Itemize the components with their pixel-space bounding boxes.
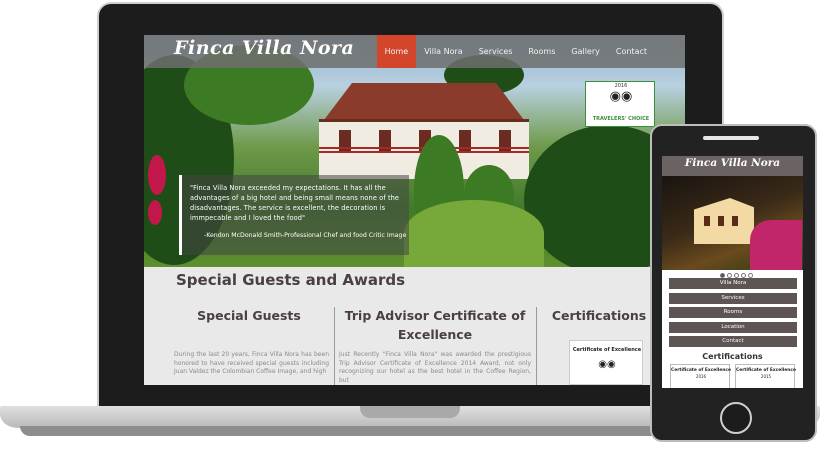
mobile-certificate-title: Certificate of Excellence bbox=[671, 368, 731, 373]
column-text-special-guests: During the last 20 years, Finca Villa No… bbox=[174, 351, 329, 375]
column-text-trip-advisor: Just Recently "Finca Villa Nora" was awa… bbox=[339, 351, 531, 384]
phone-speaker bbox=[703, 136, 759, 140]
testimonial-box: "Finca Villa Nora exceeded my expectatio… bbox=[179, 175, 409, 255]
column-title-certifications: Certifications bbox=[551, 308, 647, 323]
mobile-menu-contact[interactable]: Contact bbox=[669, 336, 797, 347]
testimonial-author: -Kendon McDonald Smith-Professional Chef… bbox=[204, 232, 407, 239]
column-divider bbox=[334, 307, 335, 385]
mobile-certifications-title: Certifications bbox=[702, 352, 763, 361]
mobile-certificate-title: Certificate of Excellence bbox=[736, 368, 796, 373]
mobile-house-window bbox=[704, 216, 710, 226]
mobile-menu: Villa Nora Services Rooms Location Conta… bbox=[669, 278, 797, 351]
certificate-card[interactable]: Certificate of Excellence ◉◉ bbox=[569, 340, 643, 385]
laptop-notch bbox=[360, 406, 460, 418]
column-title-special-guests: Special Guests bbox=[197, 308, 301, 323]
column-divider bbox=[536, 307, 537, 385]
mobile-menu-rooms[interactable]: Rooms bbox=[669, 307, 797, 318]
phone-home-button[interactable] bbox=[720, 402, 752, 434]
mobile-logo[interactable]: Finca Villa Nora bbox=[662, 157, 803, 169]
main-nav: Home Villa Nora Services Rooms Gallery C… bbox=[376, 35, 655, 68]
mobile-certificate-card[interactable]: Certificate of Excellence 2015 bbox=[735, 364, 796, 388]
tripadvisor-badge[interactable]: 2016 ◉◉ TRAVELERS' CHOICE bbox=[585, 81, 655, 127]
column-title-trip-advisor: Trip Advisor Certificate of Excellence bbox=[344, 308, 526, 342]
mobile-menu-services[interactable]: Services bbox=[669, 292, 797, 304]
nav-contact[interactable]: Contact bbox=[608, 35, 655, 68]
desktop-website: 2016 ◉◉ TRAVELERS' CHOICE "Finca Villa N… bbox=[144, 35, 685, 385]
site-logo[interactable]: Finca Villa Nora bbox=[174, 37, 354, 59]
hero-image: 2016 ◉◉ TRAVELERS' CHOICE "Finca Villa N… bbox=[144, 35, 685, 267]
mobile-website: Finca Villa Nora Villa Nora Services Roo… bbox=[662, 156, 803, 388]
section-title: Special Guests and Awards bbox=[176, 271, 406, 289]
nav-gallery[interactable]: Gallery bbox=[563, 35, 608, 68]
nav-home[interactable]: Home bbox=[376, 35, 417, 68]
mobile-certificate-year: 2016 bbox=[695, 374, 707, 379]
testimonial-text: "Finca Villa Nora exceeded my expectatio… bbox=[190, 184, 400, 222]
flower bbox=[148, 200, 162, 225]
flower bbox=[148, 155, 166, 195]
mobile-house-window bbox=[732, 216, 738, 226]
nav-services[interactable]: Services bbox=[471, 35, 521, 68]
mobile-certificate-year: 2015 bbox=[760, 374, 772, 379]
lawn bbox=[404, 200, 544, 267]
mobile-house-window bbox=[718, 216, 724, 226]
mobile-certificate-card[interactable]: Certificate of Excellence 2016 bbox=[670, 364, 731, 388]
mobile-menu-villa-nora[interactable]: Villa Nora bbox=[669, 278, 797, 289]
owl-icon: ◉◉ bbox=[609, 89, 633, 104]
mobile-menu-location[interactable]: Location bbox=[669, 321, 797, 333]
badge-text: TRAVELERS' CHOICE bbox=[592, 116, 650, 122]
owl-icon: ◉◉ bbox=[598, 359, 616, 370]
nav-rooms[interactable]: Rooms bbox=[520, 35, 563, 68]
mobile-hero-image bbox=[662, 176, 803, 278]
certificate-card-title: Certificate of Excellence bbox=[572, 347, 642, 353]
mobile-flowers bbox=[750, 220, 802, 270]
site-header: Finca Villa Nora Home Villa Nora Service… bbox=[144, 35, 685, 68]
nav-villa-nora[interactable]: Villa Nora bbox=[416, 35, 470, 68]
mobile-header: Finca Villa Nora bbox=[662, 156, 803, 176]
mobile-house bbox=[694, 198, 754, 244]
